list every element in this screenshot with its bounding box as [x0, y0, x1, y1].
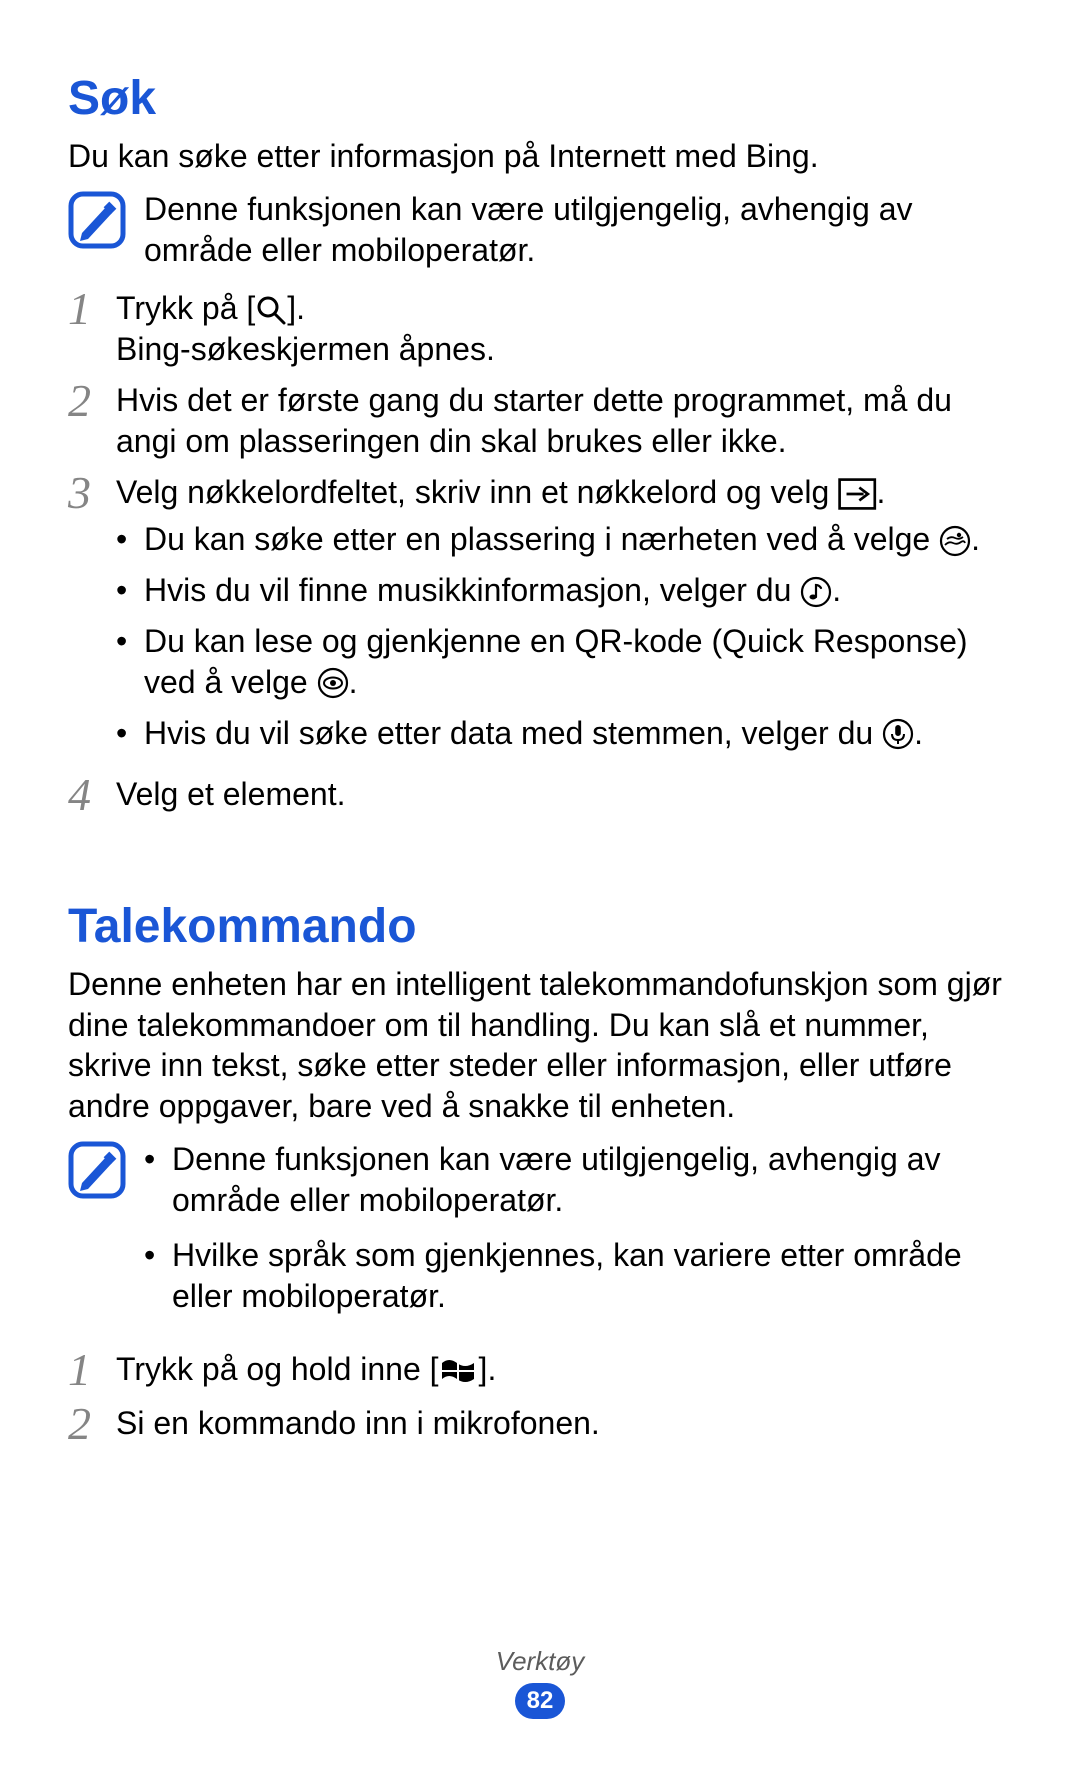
talekommando-note-row: Denne funksjonen kan være utilgjengelig,… — [68, 1139, 1012, 1331]
step-body: Trykk på og hold inne []. — [116, 1349, 1012, 1390]
search-key-icon — [255, 294, 287, 326]
bullet-text-part: Du kan lese og gjenkjenne en QR-kode (Qu… — [144, 623, 968, 700]
step-text-line2: Bing-søkeskjermen åpnes. — [116, 329, 1012, 370]
sok-step3-bullets: Du kan søke etter en plassering i nærhet… — [116, 519, 1012, 754]
list-item: Hvis du vil finne musikkinformasjon, vel… — [116, 570, 1012, 611]
step-number: 2 — [68, 1401, 116, 1447]
sok-note-text: Denne funksjonen kan være utilgjengelig,… — [144, 189, 1012, 271]
step-text-part: Trykk på [ — [116, 290, 255, 326]
step-number: 3 — [68, 470, 116, 516]
step-text-part: . — [877, 474, 886, 510]
microphone-icon — [882, 718, 914, 750]
step-number: 1 — [68, 286, 116, 332]
step-number: 1 — [68, 1347, 116, 1393]
talekommando-intro: Denne enheten har en intelligent talekom… — [68, 964, 1012, 1128]
windows-key-icon — [439, 1355, 479, 1387]
qr-eye-icon — [317, 667, 349, 699]
list-item: Hvis du vil søke etter data med stemmen,… — [116, 713, 1012, 754]
step-text-part: Velg nøkkelordfeltet, skriv inn et nøkke… — [116, 474, 838, 510]
heading-talekommando: Talekommando — [68, 898, 1012, 956]
bullet-text-part: Du kan søke etter en plassering i nærhet… — [144, 521, 939, 557]
bullet-text-part: . — [349, 664, 358, 700]
list-item: Du kan lese og gjenkjenne en QR-kode (Qu… — [116, 621, 1012, 703]
location-nearby-icon — [939, 525, 971, 557]
page-number-badge: 82 — [515, 1683, 565, 1719]
talekommando-step-1: 1 Trykk på og hold inne []. — [68, 1349, 1012, 1393]
step-body: Hvis det er første gang du starter dette… — [116, 380, 1012, 462]
note-icon — [68, 191, 126, 249]
sok-step-4: 4 Velg et element. — [68, 774, 1012, 818]
list-item: Hvilke språk som gjenkjennes, kan varier… — [144, 1235, 1012, 1317]
sok-step-2: 2 Hvis det er første gang du starter det… — [68, 380, 1012, 462]
talekommando-note-text: Denne funksjonen kan være utilgjengelig,… — [144, 1139, 1012, 1331]
bullet-text-part: . — [832, 572, 841, 608]
note-icon — [68, 1141, 126, 1199]
step-body: Trykk på []. Bing-søkeskjermen åpnes. — [116, 288, 1012, 370]
step-text-part: ]. — [479, 1351, 497, 1387]
step-body: Si en kommando inn i mikrofonen. — [116, 1403, 1012, 1444]
bullet-text-part: Hvis du vil finne musikkinformasjon, vel… — [144, 572, 800, 608]
step-body: Velg nøkkelordfeltet, skriv inn et nøkke… — [116, 472, 1012, 764]
bullet-text-part: . — [914, 715, 923, 751]
list-item: Du kan søke etter en plassering i nærhet… — [116, 519, 1012, 560]
step-number: 4 — [68, 772, 116, 818]
bullet-text-part: Hvis du vil søke etter data med stemmen,… — [144, 715, 882, 751]
page-footer: Verktøy 82 — [0, 1646, 1080, 1719]
heading-sok: Søk — [68, 70, 1012, 128]
go-arrow-icon — [838, 478, 876, 510]
bullet-text-part: . — [971, 521, 980, 557]
music-note-icon — [800, 576, 832, 608]
sok-step-3: 3 Velg nøkkelordfeltet, skriv inn et nøk… — [68, 472, 1012, 764]
sok-step-1: 1 Trykk på []. Bing-søkeskjermen åpnes. — [68, 288, 1012, 370]
sok-intro: Du kan søke etter informasjon på Interne… — [68, 136, 1012, 177]
talekommando-step-2: 2 Si en kommando inn i mikrofonen. — [68, 1403, 1012, 1447]
manual-page: Søk Du kan søke etter informasjon på Int… — [0, 0, 1080, 1771]
sok-note-row: Denne funksjonen kan være utilgjengelig,… — [68, 189, 1012, 271]
step-number: 2 — [68, 378, 116, 424]
step-text-part: ]. — [287, 290, 305, 326]
list-item: Denne funksjonen kan være utilgjengelig,… — [144, 1139, 1012, 1221]
footer-section-name: Verktøy — [0, 1646, 1080, 1677]
step-body: Velg et element. — [116, 774, 1012, 815]
step-text-part: Trykk på og hold inne [ — [116, 1351, 439, 1387]
